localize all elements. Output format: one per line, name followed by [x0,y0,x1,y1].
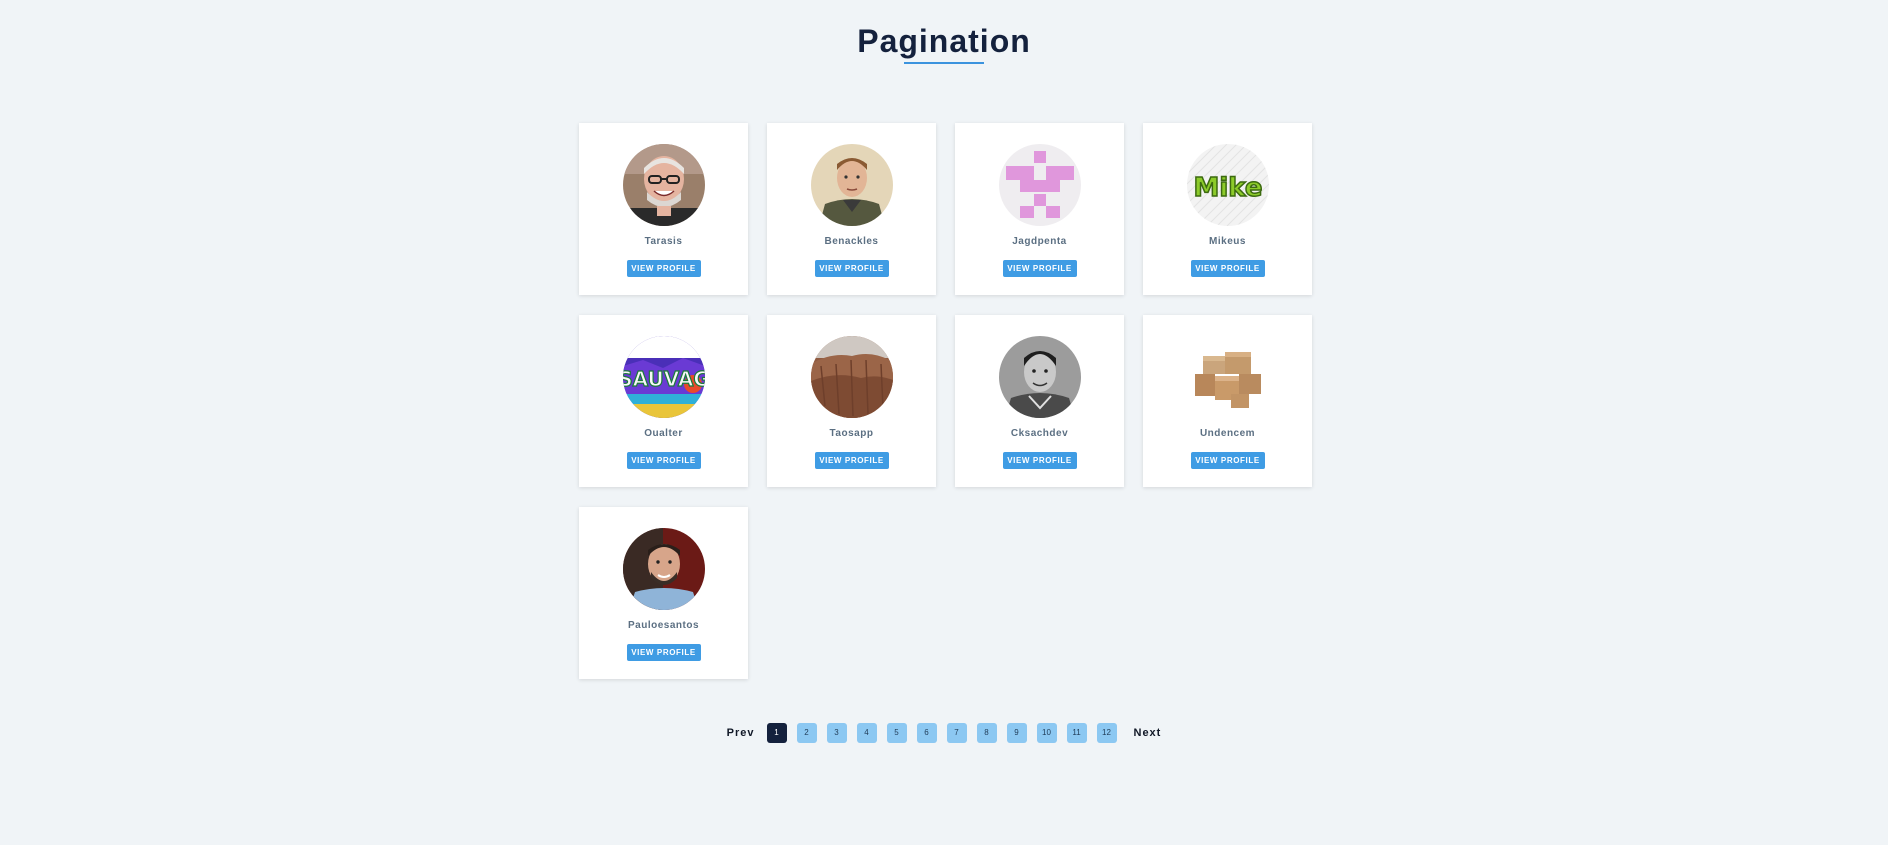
pagination: Prev 1 2 3 4 5 6 7 8 9 10 11 12 Next [0,723,1888,743]
profile-name: Undencem [1199,428,1256,439]
page-button-5[interactable]: 5 [886,723,907,743]
profile-card: SAUVAG Oualter VIEW PROFILE [579,315,748,487]
profile-name: Tarasis [644,236,683,247]
page-button-2[interactable]: 2 [796,723,817,743]
view-profile-button[interactable]: VIEW PROFILE [1190,260,1265,277]
profile-card: Mike Mikeus VIEW PROFILE [1143,123,1312,295]
page-header: Pagination [0,20,1888,64]
avatar [998,144,1081,226]
avatar [998,336,1081,418]
profile-name: Benackles [824,236,879,247]
profile-name: Taosapp [829,428,874,439]
view-profile-button[interactable]: VIEW PROFILE [814,260,889,277]
profile-name: Cksachdev [1010,428,1069,439]
page-button-6[interactable]: 6 [916,723,937,743]
profile-card: Tarasis VIEW PROFILE [579,123,748,295]
avatar-image [622,528,705,610]
view-profile-button[interactable]: VIEW PROFILE [814,452,889,469]
prev-page-link[interactable]: Prev [727,727,755,739]
view-profile-button[interactable]: VIEW PROFILE [626,644,701,661]
title-underline [904,62,984,64]
next-page-link[interactable]: Next [1134,727,1162,739]
avatar-image: Mike [1186,144,1269,226]
view-profile-button[interactable]: VIEW PROFILE [626,452,701,469]
page-button-11[interactable]: 11 [1066,723,1087,743]
view-profile-button[interactable]: VIEW PROFILE [626,260,701,277]
avatar: Mike [1186,144,1269,226]
page-button-1[interactable]: 1 [766,723,787,743]
avatar [1186,336,1269,418]
svg-text:Mike: Mike [1193,173,1262,203]
avatar [622,144,705,226]
profile-card: Jagdpenta VIEW PROFILE [955,123,1124,295]
page-button-3[interactable]: 3 [826,723,847,743]
profile-card: Cksachdev VIEW PROFILE [955,315,1124,487]
profile-card: Taosapp VIEW PROFILE [767,315,936,487]
page-title: Pagination [857,23,1031,59]
avatar-image [1186,336,1269,418]
page-button-12[interactable]: 12 [1096,723,1117,743]
view-profile-button[interactable]: VIEW PROFILE [1002,452,1077,469]
page-button-9[interactable]: 9 [1006,723,1027,743]
svg-text:SAUVAG: SAUVAG [623,367,705,391]
profile-card: Benackles VIEW PROFILE [767,123,936,295]
avatar [622,528,705,610]
avatar-image: SAUVAG [622,336,705,418]
profile-name: Oualter [644,428,683,439]
view-profile-button[interactable]: VIEW PROFILE [1002,260,1077,277]
avatar [810,336,893,418]
avatar [810,144,893,226]
view-profile-button[interactable]: VIEW PROFILE [1190,452,1265,469]
avatar-image [810,336,893,418]
profile-grid: Tarasis VIEW PROFILE Benackles VIEW PROF… [579,123,1312,679]
profile-card: Undencem VIEW PROFILE [1143,315,1312,487]
page-button-4[interactable]: 4 [856,723,877,743]
page-button-10[interactable]: 10 [1036,723,1057,743]
profile-name: Mikeus [1209,236,1246,247]
avatar-image [622,144,705,226]
profile-card: Pauloesantos VIEW PROFILE [579,507,748,679]
avatar: SAUVAG [622,336,705,418]
page-button-7[interactable]: 7 [946,723,967,743]
profile-name: Pauloesantos [627,620,700,631]
avatar-image [810,144,893,226]
page-button-8[interactable]: 8 [976,723,997,743]
profile-name: Jagdpenta [1012,236,1067,247]
avatar-image [998,144,1081,226]
avatar-image [998,336,1081,418]
